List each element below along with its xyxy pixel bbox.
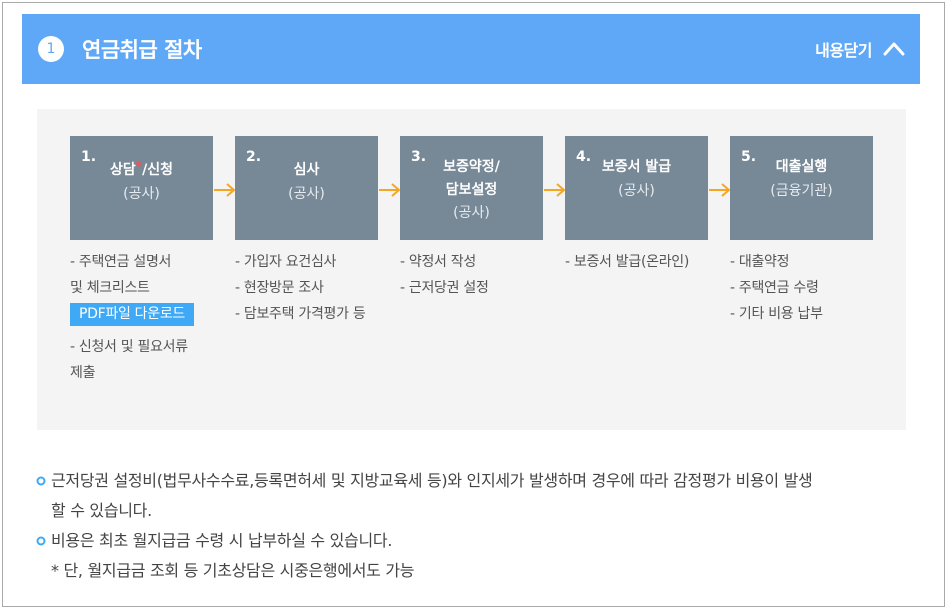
process-panel: 1. 상담*/신청 (공사) 2. 심사 (공사) 3. 보증약정/ 담보설정 … [37,109,906,430]
arrow-right-icon [214,183,236,197]
step-details-review: - 가입자 요건심사 - 현장방문 조사 - 담보주택 가격평가 등 [235,249,400,327]
step-title: 심사 [293,162,320,178]
list-item: 제출 [70,365,96,381]
step-box-consult: 1. 상담*/신청 (공사) [70,136,213,240]
step-details-certificate: - 보증서 발급(온라인) [565,249,725,275]
list-item: - 근저당권 설정 [400,280,489,296]
list-item: - 주택연금 설명서 [70,254,172,270]
step-box-certificate: 4. 보증서 발급 (공사) [565,136,708,240]
step-title-line1: 보증약정/ [443,159,500,175]
list-item: - 기타 비용 납부 [730,306,823,322]
list-item: - 담보주택 가격평가 등 [235,306,366,322]
notes-section: 근저당권 설정비(법무사수수료,등록면허세 및 지방교육세 등)와 인지세가 발… [36,466,916,586]
step-box-review: 2. 심사 (공사) [235,136,378,240]
circle-bullet-icon [36,536,46,546]
step-details-guarantee: - 약정서 작성 - 근저당권 설정 [400,249,560,301]
section-number-badge: 1 [38,36,64,62]
step-details-consult: - 주택연금 설명서 및 체크리스트 PDF파일 다운로드 - 신청서 및 필요… [70,249,230,386]
arrow-right-icon [544,183,566,197]
step-details-loan: - 대출약정 - 주택연금 수령 - 기타 비용 납부 [730,249,890,327]
list-item: - 보증서 발급(온라인) [565,254,690,270]
required-star-icon: * [135,159,143,173]
note-subtext: * 단, 월지급금 조회 등 기초상담은 시중은행에서도 가능 [51,561,415,580]
step-title-line2: 담보설정 [445,182,498,198]
step-title: 보증서 발급 [601,159,672,175]
step-title: 대출실행 [775,159,828,175]
arrow-right-icon [709,183,731,197]
note-text: 비용은 최초 월지급금 수령 시 납부하실 수 있습니다. [51,531,393,550]
list-item: - 대출약정 [730,254,790,270]
section-title: 연금취급 절차 [82,38,202,62]
list-item: - 약정서 작성 [400,254,476,270]
accordion-header[interactable]: 1 연금취급 절차 내용닫기 [22,14,920,84]
step-box-guarantee-agreement: 3. 보증약정/ 담보설정 (공사) [400,136,543,240]
step-subtitle: (금융기관) [770,183,833,199]
note-item: 비용은 최초 월지급금 수령 시 납부하실 수 있습니다. * 단, 월지급금 … [36,526,916,586]
note-text: 근저당권 설정비(법무사수수료,등록면허세 및 지방교육세 등)와 인지세가 발… [51,471,813,490]
collapse-label: 내용닫기 [815,41,872,60]
circle-bullet-icon [36,476,46,486]
list-item: - 신청서 및 필요서류 [70,339,188,355]
list-item: - 주택연금 수령 [730,280,819,296]
step-subtitle: (공사) [123,186,160,202]
note-text-continued: 할 수 있습니다. [51,501,152,520]
chevron-up-icon [883,42,905,56]
arrow-right-icon [379,183,401,197]
step-subtitle: (공사) [288,186,325,202]
step-subtitle: (공사) [453,205,490,221]
step-box-loan-execution: 5. 대출실행 (금융기관) [730,136,873,240]
step-title: 상담*/신청 [110,159,173,178]
note-item: 근저당권 설정비(법무사수수료,등록면허세 및 지방교육세 등)와 인지세가 발… [36,466,916,526]
collapse-button[interactable]: 내용닫기 [815,36,906,62]
step-subtitle: (공사) [618,183,655,199]
pdf-download-button[interactable]: PDF파일 다운로드 [70,303,195,326]
list-item: - 가입자 요건심사 [235,254,337,270]
list-item: - 현장방문 조사 [235,280,324,296]
list-item: 및 체크리스트 [70,280,150,296]
